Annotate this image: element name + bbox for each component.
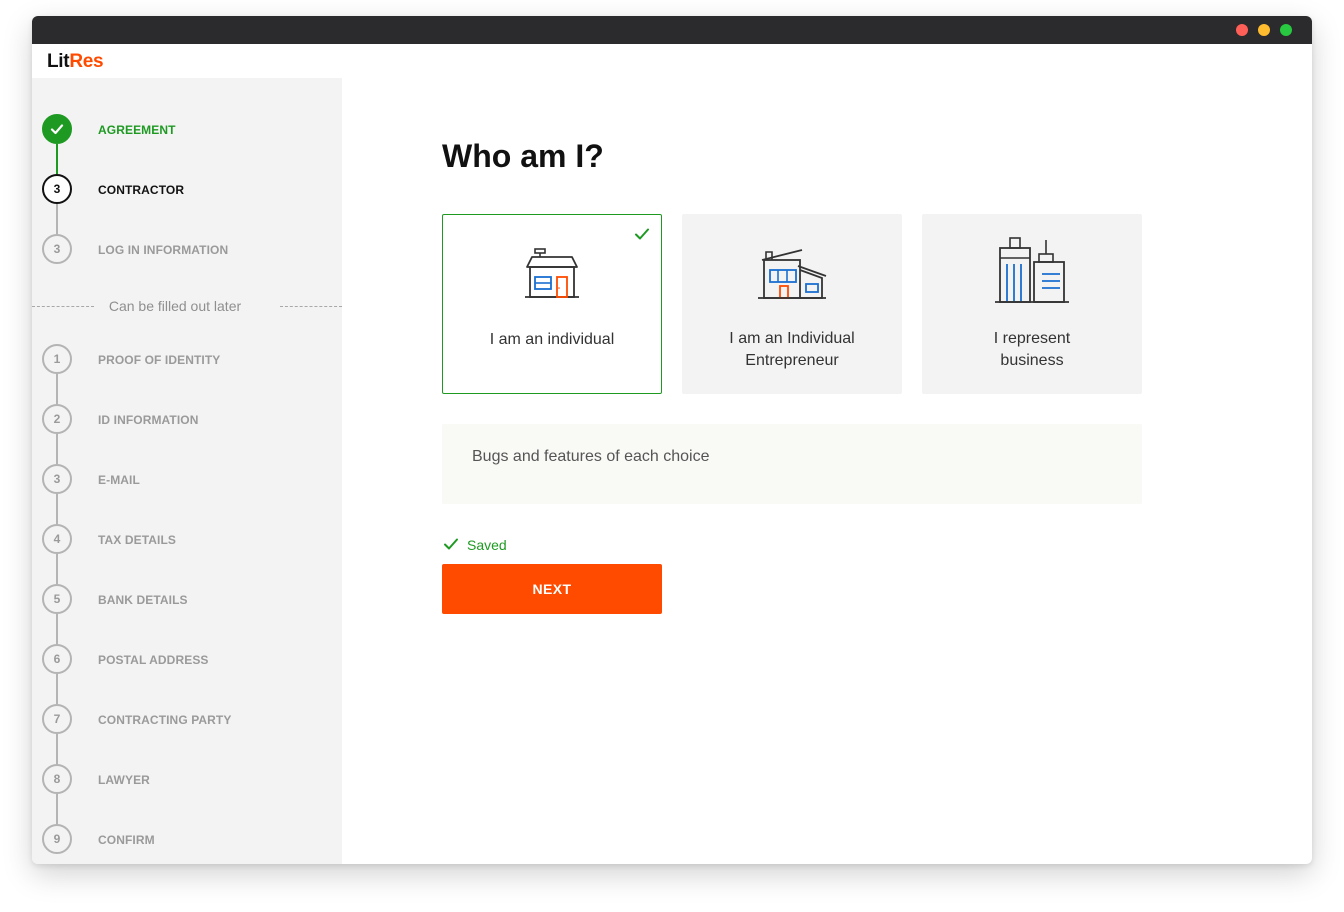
step-label: CONFIRM [98, 833, 155, 847]
window-maximize-button[interactable] [1280, 24, 1292, 36]
option-label-line1: I am an individual [489, 331, 615, 348]
step-circle: 6 [42, 644, 72, 674]
step-agreement[interactable]: AGREEMENT [32, 114, 342, 146]
step-circle: 3 [42, 464, 72, 494]
option-label-line1: I represent [993, 330, 1071, 347]
option-business-card[interactable]: I represent business [922, 214, 1142, 394]
step-label: CONTRACTOR [98, 183, 185, 197]
step-label: E-MAIL [98, 473, 140, 487]
step-circle: 7 [42, 704, 72, 734]
option-label-line2: Entrepreneur [745, 352, 839, 369]
app-window: LitRes AGREEMENT 3 CONTRACTOR 3 LOG IN I… [32, 16, 1312, 864]
step-confirm[interactable]: 9 CONFIRM [32, 824, 342, 856]
option-individual-card[interactable]: I am an individual [442, 214, 662, 394]
step-label: TAX DETAILS [98, 533, 176, 547]
step-contracting-party[interactable]: 7 CONTRACTING PARTY [32, 704, 342, 736]
logo-lit: Lit [47, 51, 70, 72]
step-connector [56, 204, 58, 234]
step-lawyer[interactable]: 8 LAWYER [32, 764, 342, 796]
title-bar [32, 16, 1312, 44]
step-connector [56, 554, 58, 584]
step-postal-address[interactable]: 6 POSTAL ADDRESS [32, 644, 342, 676]
step-login-information[interactable]: 3 LOG IN INFORMATION [32, 234, 342, 266]
step-proof-of-identity[interactable]: 1 PROOF OF IDENTITY [32, 344, 342, 376]
check-icon [50, 124, 64, 135]
choice-info-box[interactable]: Bugs and features of each choice [442, 424, 1142, 504]
option-label: I am an individual [443, 329, 661, 351]
step-circle: 3 [42, 234, 72, 264]
step-tax-details[interactable]: 4 TAX DETAILS [32, 524, 342, 556]
step-bank-details[interactable]: 5 BANK DETAILS [32, 584, 342, 616]
step-label: BANK DETAILS [98, 593, 188, 607]
step-label: CONTRACTING PARTY [98, 713, 232, 727]
step-connector [56, 494, 58, 524]
step-label: AGREEMENT [98, 123, 176, 137]
step-connector [56, 794, 58, 824]
shop-building-icon [758, 249, 827, 299]
step-circle: 4 [42, 524, 72, 554]
step-label: LAWYER [98, 773, 150, 787]
choice-info-text: Bugs and features of each choice [472, 448, 710, 465]
step-email[interactable]: 3 E-MAIL [32, 464, 342, 496]
option-label-line1: I am an Individual [729, 330, 855, 347]
saved-text: Saved [467, 537, 507, 553]
saved-check-icon [444, 538, 458, 550]
window-close-button[interactable] [1236, 24, 1248, 36]
window-minimize-button[interactable] [1258, 24, 1270, 36]
step-circle: 2 [42, 404, 72, 434]
option-label: I am an Individual Entrepreneur [682, 328, 902, 372]
page-title: Who am I? [442, 138, 604, 174]
step-circle: 9 [42, 824, 72, 854]
fill-later-text: Can be filled out later [108, 298, 242, 314]
fill-later-divider: Can be filled out later [32, 296, 342, 318]
step-connector [56, 674, 58, 704]
step-circle: 5 [42, 584, 72, 614]
next-button[interactable]: NEXT [442, 564, 662, 614]
step-connector [56, 144, 58, 174]
step-label: LOG IN INFORMATION [98, 243, 229, 257]
main-content: Who am I? I am an individual I am an Ind… [342, 44, 1312, 864]
step-label: ID INFORMATION [98, 413, 199, 427]
step-connector [56, 434, 58, 464]
step-contractor[interactable]: 3 CONTRACTOR [32, 174, 342, 206]
house-icon [525, 248, 579, 298]
step-connector [56, 374, 58, 404]
step-circle: 1 [42, 344, 72, 374]
divider-dash-right [280, 306, 342, 307]
step-circle: 8 [42, 764, 72, 794]
logo-res: Res [69, 51, 104, 72]
steps-sidebar: AGREEMENT 3 CONTRACTOR 3 LOG IN INFORMAT… [32, 78, 342, 864]
option-label: I represent business [922, 328, 1142, 372]
step-circle [42, 114, 72, 144]
litres-logo[interactable]: LitRes [47, 51, 104, 73]
option-entrepreneur-card[interactable]: I am an Individual Entrepreneur [682, 214, 902, 394]
step-connector [56, 614, 58, 644]
step-connector [56, 734, 58, 764]
step-label: POSTAL ADDRESS [98, 653, 209, 667]
office-buildings-icon [995, 237, 1069, 303]
step-label: PROOF OF IDENTITY [98, 353, 221, 367]
option-label-line2: business [1000, 352, 1064, 369]
step-id-information[interactable]: 2 ID INFORMATION [32, 404, 342, 436]
selected-check-icon [635, 228, 649, 240]
step-circle: 3 [42, 174, 72, 204]
